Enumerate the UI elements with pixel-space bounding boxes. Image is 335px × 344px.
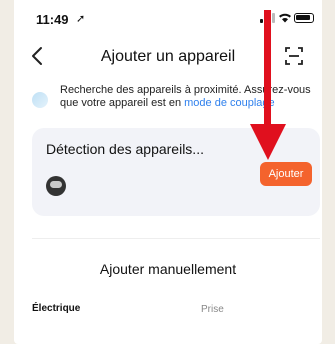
add-device-button[interactable]: Ajouter xyxy=(260,162,312,186)
category-electrique[interactable]: Électrique xyxy=(32,303,80,314)
detection-heading: Détection des appareils... xyxy=(46,141,204,157)
scan-icon[interactable] xyxy=(284,46,304,66)
divider xyxy=(32,238,320,239)
page-title: Ajouter un appareil xyxy=(100,48,236,65)
signal-icon xyxy=(260,13,275,23)
detection-card: Détection des appareils... Ajouter xyxy=(32,128,320,216)
location-arrow-icon: ➚ xyxy=(76,13,86,25)
manual-add-heading: Ajouter manuellement xyxy=(99,261,237,277)
battery-icon xyxy=(294,13,314,23)
device-icon xyxy=(46,176,66,196)
status-time: 11:49 xyxy=(36,12,69,27)
device-item-prise[interactable]: Prise xyxy=(201,304,224,315)
pairing-info-text: Recherche des appareils à proximité. Ass… xyxy=(60,84,314,110)
pairing-mode-link[interactable]: mode de couplage xyxy=(184,97,275,109)
bluetooth-icon xyxy=(32,92,48,108)
pairing-info: Recherche des appareils à proximité. Ass… xyxy=(32,82,316,116)
header: Ajouter un appareil xyxy=(14,40,322,76)
phone-screen: 11:49 ➚ Ajouter un appareil Recherche de… xyxy=(14,0,322,344)
wifi-icon xyxy=(278,12,292,26)
status-bar: 11:49 ➚ xyxy=(14,0,322,40)
